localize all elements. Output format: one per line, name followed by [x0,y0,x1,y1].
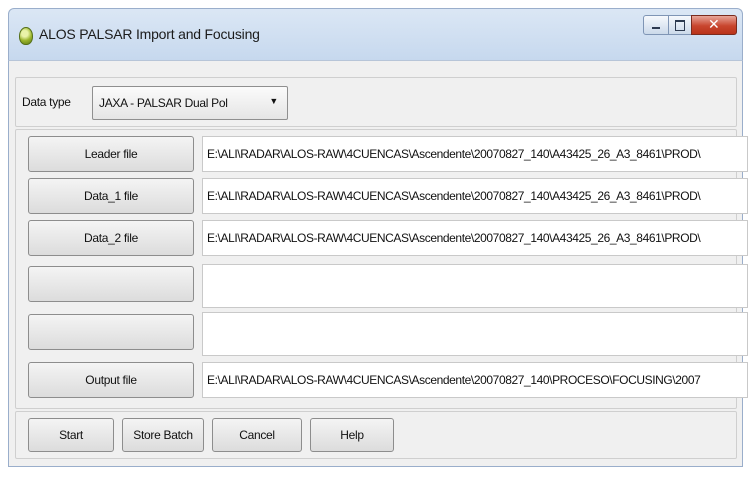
store-batch-button[interactable]: Store Batch [122,418,204,452]
title-bar[interactable]: ALOS PALSAR Import and Focusing ✕ [8,8,743,61]
start-button[interactable]: Start [28,418,114,452]
minimize-icon [652,27,660,29]
file-path-5[interactable] [202,312,748,356]
minimize-button[interactable] [643,15,669,35]
file-button-5[interactable] [28,314,194,350]
close-button[interactable]: ✕ [691,15,737,35]
data-2-file-path[interactable]: E:\ALI\RADAR\ALOS-RAW\4CUENCAS\Ascendent… [202,220,748,256]
data-type-group: Data type JAXA - PALSAR Dual Pol ▼ [15,77,737,127]
dropdown-arrow-icon: ▼ [269,96,278,106]
file-path-4[interactable] [202,264,748,308]
output-file-button[interactable]: Output file [28,362,194,398]
app-window: ALOS PALSAR Import and Focusing ✕ Data t… [0,0,749,485]
data-type-select[interactable]: JAXA - PALSAR Dual Pol ▼ [92,86,288,120]
window-title: ALOS PALSAR Import and Focusing [39,26,260,42]
action-group: Start Store Batch Cancel Help [15,411,737,459]
cancel-button[interactable]: Cancel [212,418,302,452]
data-type-label: Data type [22,95,71,109]
data-2-file-button[interactable]: Data_2 file [28,220,194,256]
output-file-path[interactable]: E:\ALI\RADAR\ALOS-RAW\4CUENCAS\Ascendent… [202,362,748,398]
data-type-selected: JAXA - PALSAR Dual Pol [99,96,228,110]
leader-file-button[interactable]: Leader file [28,136,194,172]
maximize-icon [675,20,685,31]
files-group: Leader file E:\ALI\RADAR\ALOS-RAW\4CUENC… [15,129,748,409]
maximize-button[interactable] [668,15,692,35]
file-button-4[interactable] [28,266,194,302]
leader-file-path[interactable]: E:\ALI\RADAR\ALOS-RAW\4CUENCAS\Ascendent… [202,136,748,172]
close-icon: ✕ [708,16,720,32]
dialog-body: Data type JAXA - PALSAR Dual Pol ▼ Leade… [8,60,748,467]
data-1-file-button[interactable]: Data_1 file [28,178,194,214]
data-1-file-path[interactable]: E:\ALI\RADAR\ALOS-RAW\4CUENCAS\Ascendent… [202,178,748,214]
help-button[interactable]: Help [310,418,394,452]
app-icon [19,27,33,45]
